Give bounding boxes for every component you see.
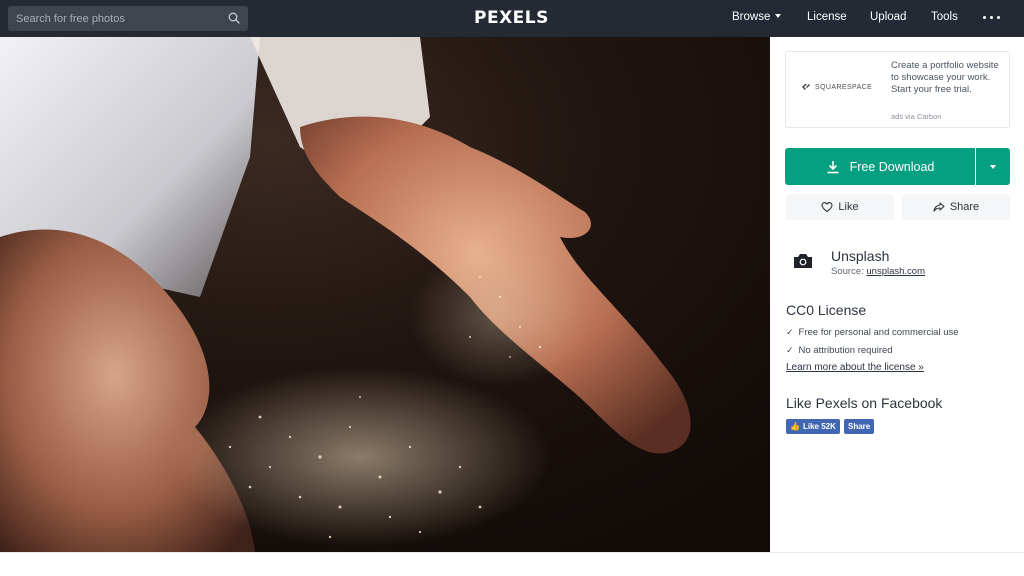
nav-upload[interactable]: Upload — [870, 11, 906, 23]
source-link[interactable]: unsplash.com — [866, 266, 925, 277]
squarespace-icon — [802, 84, 810, 90]
license-item-text: Free for personal and commercial use — [798, 327, 959, 338]
nav-browse-label: Browse — [732, 11, 771, 23]
facebook-share-button[interactable]: Share — [844, 419, 875, 434]
checkmark-icon: ✓ — [786, 345, 794, 355]
source-prefix: Source: — [831, 266, 864, 277]
like-label: Like — [838, 201, 859, 213]
heart-icon — [821, 202, 833, 213]
chevron-down-icon — [775, 14, 782, 18]
license-title: CC0 License — [786, 302, 867, 318]
license-item-text: No attribution required — [798, 345, 893, 356]
share-label: Share — [949, 201, 980, 213]
nav-browse[interactable]: Browse — [732, 11, 782, 23]
facebook-like-button[interactable]: 👍 Like 52K — [786, 419, 840, 434]
ellipsis-icon[interactable] — [983, 16, 1000, 20]
nav-tools[interactable]: Tools — [931, 11, 958, 23]
search-box[interactable] — [8, 6, 248, 31]
pexels-logo[interactable]: PEXELS — [474, 8, 549, 28]
license-item: ✓ No attribution required — [786, 345, 893, 356]
download-icon — [827, 160, 839, 173]
facebook-like-label: Like 52K — [802, 422, 836, 431]
source-line: Source: unsplash.com — [831, 266, 925, 277]
share-icon — [933, 202, 945, 212]
search-input[interactable] — [8, 6, 223, 31]
like-button[interactable]: Like — [786, 194, 894, 220]
main-photo[interactable] — [0, 37, 770, 552]
facebook-title: Like Pexels on Facebook — [786, 395, 943, 411]
license-item: ✓ Free for personal and commercial use — [786, 327, 959, 338]
ad-brand: SQUARESPACE — [815, 83, 873, 91]
ad-text: Create a portfolio website to showcase y… — [891, 60, 999, 95]
learn-more-license-link[interactable]: Learn more about the license » — [786, 362, 924, 373]
checkmark-icon: ✓ — [786, 327, 794, 337]
divider — [0, 552, 1024, 553]
thumbs-up-icon: 👍 — [790, 422, 800, 431]
nav-license[interactable]: License — [807, 11, 847, 23]
top-navigation-bar: PEXELS Browse License Upload Tools — [0, 0, 1024, 37]
download-label: Free Download — [849, 159, 935, 174]
free-download-button[interactable]: Free Download — [785, 148, 975, 185]
sidebar: SQUARESPACE Create a portfolio website t… — [770, 37, 1024, 552]
share-button[interactable]: Share — [902, 194, 1010, 220]
chevron-down-icon — [990, 165, 996, 169]
carbon-ad[interactable]: SQUARESPACE Create a portfolio website t… — [785, 51, 1010, 128]
download-options-button[interactable] — [976, 148, 1010, 185]
squarespace-logo: SQUARESPACE — [801, 83, 872, 91]
search-icon[interactable] — [228, 12, 240, 24]
camera-icon — [794, 254, 812, 268]
source-name[interactable]: Unsplash — [831, 248, 889, 264]
ad-via[interactable]: ads via Carbon — [891, 112, 941, 121]
photo-hands-flour — [0, 37, 770, 552]
